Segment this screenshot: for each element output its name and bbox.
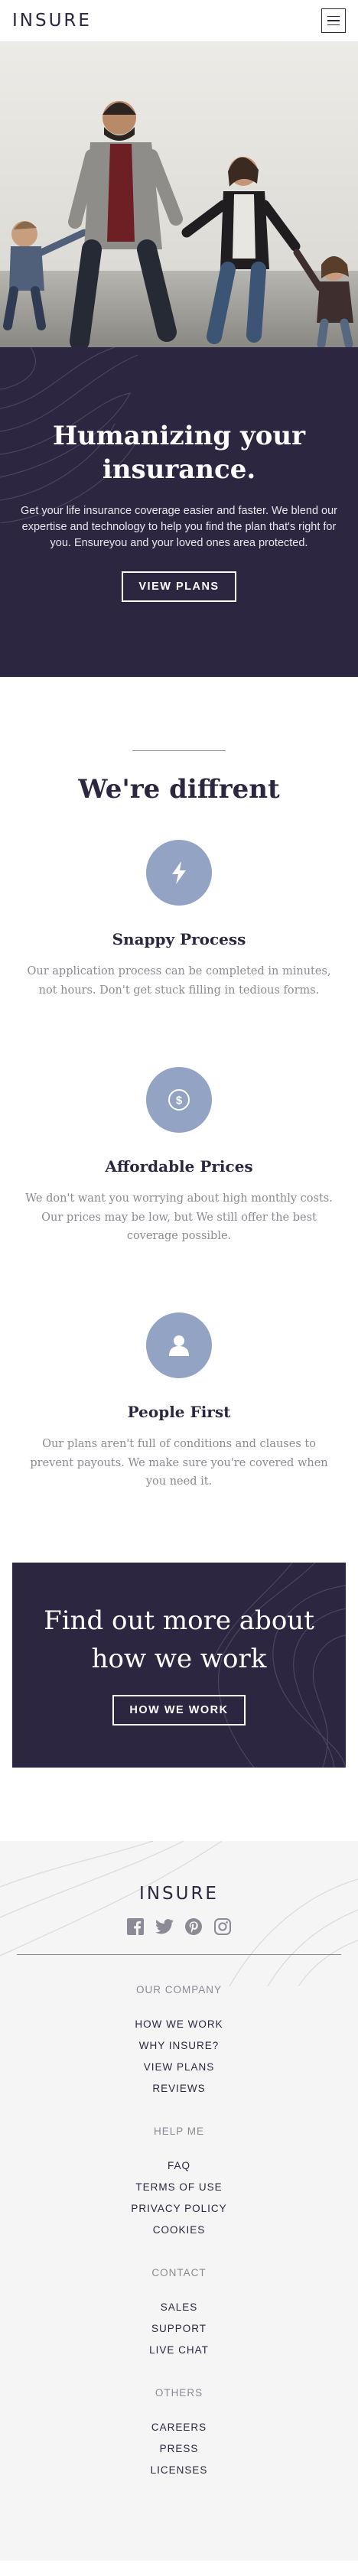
how-we-work-banner: Find out more about how we work HOW WE W… bbox=[12, 1563, 346, 1768]
features-heading: We're diffrent bbox=[78, 774, 280, 805]
view-plans-button[interactable]: VIEW PLANS bbox=[122, 571, 236, 603]
footer-link[interactable]: SALES bbox=[17, 2297, 341, 2318]
hero-image bbox=[0, 41, 358, 347]
feature-affordable-prices: $ Affordable Prices We don't want you wo… bbox=[21, 1067, 337, 1245]
footer-group-title: OTHERS bbox=[155, 2387, 203, 2399]
site-header: INSURE bbox=[0, 0, 358, 41]
instagram-icon[interactable] bbox=[213, 1917, 232, 1936]
footer-link[interactable]: CAREERS bbox=[17, 2417, 341, 2438]
feature-people-first: People First Our plans aren't full of co… bbox=[21, 1312, 337, 1491]
how-we-work-button[interactable]: HOW WE WORK bbox=[112, 1694, 246, 1725]
feature-text: We don't want you worrying about high mo… bbox=[25, 1192, 333, 1242]
footer-link[interactable]: LIVE CHAT bbox=[17, 2340, 341, 2361]
contour-lines-decoration bbox=[0, 1841, 358, 1987]
footer-group-our-company: OUR COMPANY HOW WE WORK WHY INSURE? VIEW… bbox=[17, 1984, 341, 2100]
feature-text: Our application process can be completed… bbox=[27, 965, 331, 997]
footer-link[interactable]: SUPPORT bbox=[17, 2318, 341, 2340]
feature-title: Snappy Process bbox=[112, 930, 246, 949]
dollar-icon: $ bbox=[146, 1067, 212, 1134]
feature-snappy-process: Snappy Process Our application process c… bbox=[21, 840, 337, 1000]
section-divider bbox=[132, 750, 226, 752]
footer-link[interactable]: PRESS bbox=[17, 2438, 341, 2460]
footer-link[interactable]: FAQ bbox=[17, 2155, 341, 2177]
footer-link[interactable]: REVIEWS bbox=[17, 2078, 341, 2100]
footer-group-title: HELP ME bbox=[153, 2126, 205, 2138]
footer-link[interactable]: WHY INSURE? bbox=[17, 2035, 341, 2057]
family-photo-icon bbox=[3, 101, 353, 347]
footer-group-others: OTHERS CAREERS PRESS LICENSES bbox=[17, 2387, 341, 2481]
social-links bbox=[17, 1917, 341, 1936]
svg-text:$: $ bbox=[176, 1094, 183, 1107]
features-section: We're diffrent Snappy Process Our applic… bbox=[0, 677, 358, 1563]
footer-group-title: CONTACT bbox=[151, 2267, 207, 2279]
footer-link[interactable]: TERMS OF USE bbox=[17, 2177, 341, 2198]
hamburger-icon[interactable] bbox=[321, 8, 346, 33]
facebook-icon[interactable] bbox=[126, 1917, 145, 1936]
footer-link[interactable]: VIEW PLANS bbox=[17, 2057, 341, 2078]
footer-group-contact: CONTACT SALES SUPPORT LIVE CHAT bbox=[17, 2267, 341, 2361]
footer-link[interactable]: LICENSES bbox=[17, 2460, 341, 2481]
footer-link[interactable]: COOKIES bbox=[17, 2220, 341, 2241]
footer-link[interactable]: HOW WE WORK bbox=[17, 2014, 341, 2035]
cta-title: Find out more about how we work bbox=[44, 1605, 314, 1674]
twitter-icon[interactable] bbox=[155, 1917, 174, 1936]
site-footer: INSURE OUR COMPANY HOW WE WORK WHY INSUR… bbox=[0, 1841, 358, 2561]
feature-title: Affordable Prices bbox=[105, 1157, 253, 1176]
person-icon bbox=[146, 1312, 212, 1379]
feature-title: People First bbox=[127, 1403, 231, 1422]
hero-description: Get your life insurance coverage easier … bbox=[20, 505, 338, 550]
footer-group-help-me: HELP ME FAQ TERMS OF USE PRIVACY POLICY … bbox=[17, 2126, 341, 2241]
logo[interactable]: INSURE bbox=[12, 11, 92, 31]
hero-section: Humanizing your insurance. Get your life… bbox=[0, 347, 358, 678]
footer-link[interactable]: PRIVACY POLICY bbox=[17, 2198, 341, 2220]
feature-text: Our plans aren't full of conditions and … bbox=[30, 1438, 328, 1488]
hero-title: Humanizing your insurance. bbox=[52, 421, 306, 486]
lightning-icon bbox=[146, 840, 212, 906]
footer-divider bbox=[17, 1954, 341, 1956]
pinterest-icon[interactable] bbox=[184, 1917, 203, 1936]
footer-logo[interactable]: INSURE bbox=[139, 1884, 219, 1904]
